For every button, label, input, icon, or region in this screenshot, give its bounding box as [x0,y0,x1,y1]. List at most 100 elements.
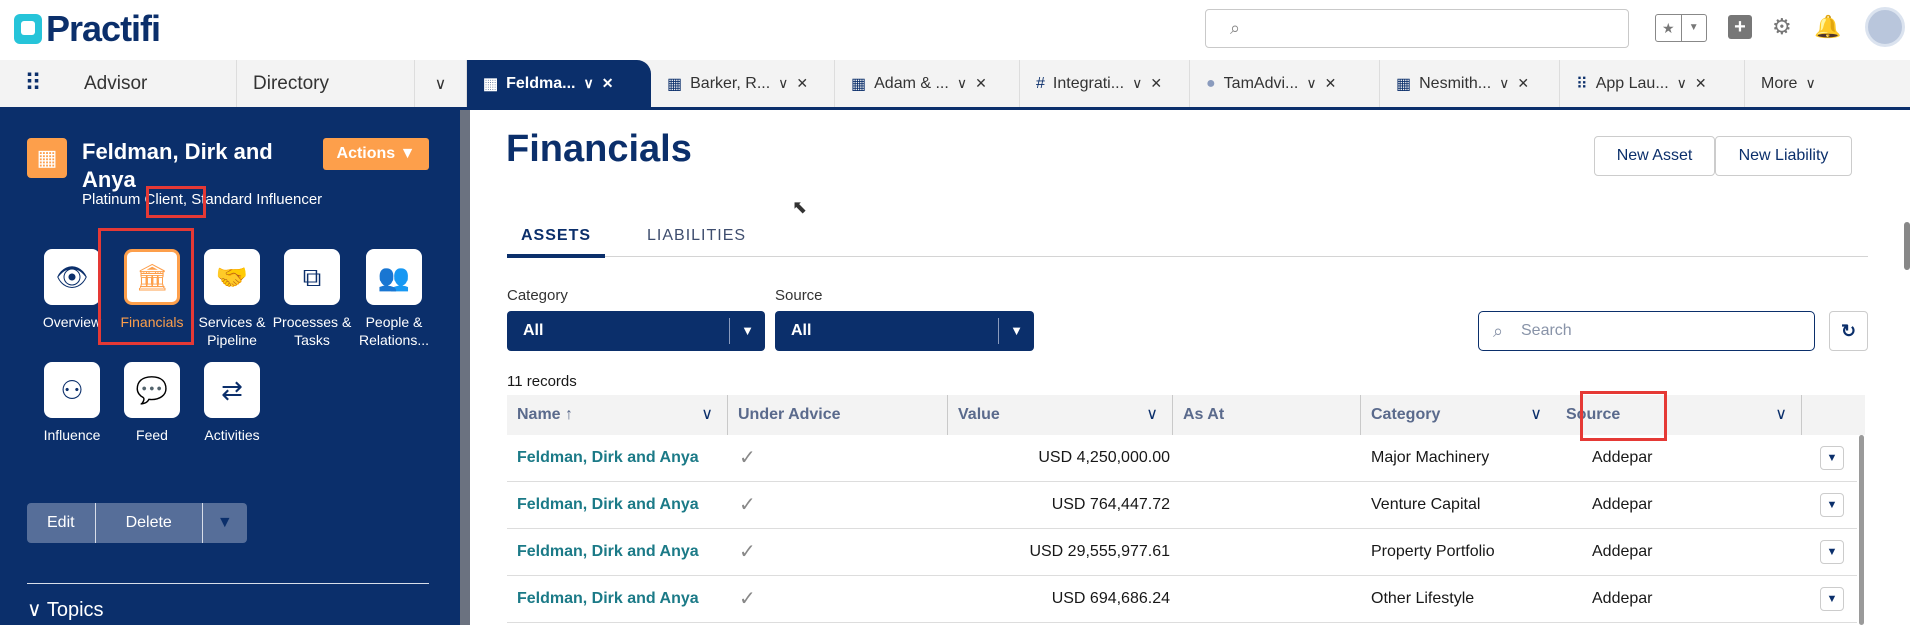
delete-button[interactable]: Delete [96,503,203,543]
mouse-cursor-icon: ⬉ [792,197,808,217]
arrows-icon: ⇄ [204,362,260,418]
column-header-category[interactable]: Category ∨ [1361,395,1556,435]
refresh-icon: ↻ [1840,321,1857,341]
column-header-under-advice[interactable]: Under Advice [728,395,948,435]
more-actions-chevron-icon[interactable]: ▼ [203,503,247,543]
building-icon: ▦ [667,75,683,93]
new-asset-button[interactable]: New Asset [1594,136,1715,176]
checkmark-icon: ✓ [739,494,756,516]
column-header-value[interactable]: Value ∨ [948,395,1173,435]
close-icon[interactable]: ✕ [602,75,614,92]
chevron-down-icon: ∨ [27,599,42,621]
chevron-down-icon[interactable]: ∨ [1499,75,1509,92]
tab-liabilities[interactable]: LIABILITIES [647,227,746,245]
category-filter-select[interactable]: All ▼ [507,311,765,351]
actions-button[interactable]: Actions ▼ [323,138,429,170]
tile-feed[interactable]: 💬 Feed [112,362,192,444]
chevron-down-icon[interactable]: ∨ [583,75,593,92]
eye-icon: 👁 [44,249,100,305]
source-filter-select[interactable]: All ▼ [775,311,1034,351]
more-tabs-button[interactable]: More ∨ [1745,60,1910,107]
column-header-as-at[interactable]: As At [1173,395,1361,435]
workspace-tab-integration[interactable]: # Integrati... ∨ ✕ [1020,60,1190,107]
column-header-name[interactable]: Name ↑ ∨ [507,395,728,435]
table-search-input[interactable]: ⌕ Search [1478,311,1815,351]
global-actions-add-icon[interactable]: + [1728,15,1752,39]
setup-gear-icon[interactable]: ⚙ [1772,14,1792,40]
record-count: 11 records [507,373,577,390]
chevron-down-icon[interactable]: ∨ [1306,75,1316,92]
tile-people-relationships[interactable]: 👥 People & Relations... [352,249,436,349]
tile-activities[interactable]: ⇄ Activities [192,362,272,444]
user-avatar[interactable] [1865,7,1905,47]
chevron-down-icon[interactable]: ∨ [957,75,967,92]
tile-services-pipeline[interactable]: 🤝 Services & Pipeline [192,249,272,349]
tab-assets[interactable]: ASSETS [507,227,606,258]
notifications-bell-icon[interactable]: 🔔 [1814,14,1841,40]
row-actions-button[interactable]: ▼ [1820,587,1844,611]
close-icon[interactable]: ✕ [1695,75,1707,92]
chevron-down-icon[interactable]: ∨ [1775,395,1787,435]
asset-name-link[interactable]: Feldman, Dirk and Anya [517,435,699,481]
global-search-input[interactable]: ⌕ [1205,9,1629,48]
asset-name-link[interactable]: Feldman, Dirk and Anya [517,576,699,622]
close-icon[interactable]: ✕ [796,75,808,92]
asset-source: Addepar [1592,543,1653,560]
row-actions-button[interactable]: ▼ [1820,540,1844,564]
checkmark-icon: ✓ [739,447,756,469]
workspace-tab-app-launcher[interactable]: ⠿ App Lau... ∨ ✕ [1560,60,1745,107]
chevron-down-icon[interactable]: ∨ [1132,75,1142,92]
asset-value: USD 764,447.72 [1051,496,1170,513]
divider [27,583,429,584]
workspace-tab-barker[interactable]: ▦ Barker, R... ∨ ✕ [651,60,835,107]
edit-button[interactable]: Edit [27,503,96,543]
close-icon[interactable]: ✕ [1325,75,1337,92]
workspace-tab-nesmith[interactable]: ▦ Nesmith... ∨ ✕ [1380,60,1560,107]
table-scrollbar[interactable] [1859,435,1864,625]
chevron-down-icon[interactable]: ∨ [1530,395,1542,435]
sidebar-scrollbar[interactable] [460,110,470,625]
row-actions-button[interactable]: ▼ [1820,446,1844,470]
checkmark-icon: ✓ [739,588,756,610]
chevron-down-icon[interactable]: ∨ [778,75,788,92]
chevron-down-icon[interactable]: ∨ [701,395,713,435]
row-actions-button[interactable]: ▼ [1820,493,1844,517]
favorites-button[interactable]: ★ ▼ [1655,14,1707,42]
close-icon[interactable]: ✕ [1517,75,1529,92]
table-row: Feldman, Dirk and Anya ✓ USD 29,555,977.61… [507,529,1857,576]
checkmark-icon: ✓ [739,541,756,563]
new-liability-button[interactable]: New Liability [1715,136,1852,176]
asset-name-link[interactable]: Feldman, Dirk and Anya [517,529,699,575]
category-filter-label: Category [507,287,568,304]
workspace-tab-feldman[interactable]: ▦ Feldma... ∨ ✕ [467,60,651,107]
app-name: Advisor [66,60,237,107]
chevron-down-icon[interactable]: ▼ [1680,15,1707,41]
app-launcher-icon[interactable]: ⠿ [0,60,66,107]
tile-processes-tasks[interactable]: ⧉ Processes & Tasks [272,249,352,349]
household-building-icon: ▦ [27,138,67,178]
search-icon: ⌕ [1230,18,1241,38]
nav-menu-chevron-icon[interactable]: ∨ [415,60,467,107]
building-icon: ▦ [851,75,867,93]
close-icon[interactable]: ✕ [975,75,987,92]
highlight-box [146,186,206,218]
highlight-box [98,228,194,345]
page-scrollbar[interactable] [1904,222,1910,270]
handshake-icon: 🤝 [204,249,260,305]
asset-name-link[interactable]: Feldman, Dirk and Anya [517,482,699,528]
close-icon[interactable]: ✕ [1150,75,1162,92]
practifi-logo[interactable]: Practifi [14,8,161,50]
table-row: Feldman, Dirk and Anya ✓ USD 4,250,000.00 M… [507,435,1857,482]
nav-item-directory[interactable]: Directory [237,60,415,107]
refresh-button[interactable]: ↻ [1829,311,1868,351]
chevron-down-icon[interactable]: ∨ [1146,395,1158,435]
table-row: Feldman, Dirk and Anya ✓ USD 764,447.72 Ven… [507,482,1857,529]
asset-category: Other Lifestyle [1371,590,1475,607]
top-header: Practifi ⌕ ★ ▼ + ⚙ 🔔 [0,0,1910,60]
asset-source: Addepar [1592,449,1653,466]
workspace-tab-adam[interactable]: ▦ Adam & ... ∨ ✕ [835,60,1020,107]
topics-section-toggle[interactable]: ∨ Topics [27,597,104,622]
workspace-tab-tamadvisor[interactable]: ● TamAdvi... ∨ ✕ [1190,60,1380,107]
chevron-down-icon[interactable]: ∨ [1677,75,1687,92]
tile-influence[interactable]: ⚇ Influence [32,362,112,444]
